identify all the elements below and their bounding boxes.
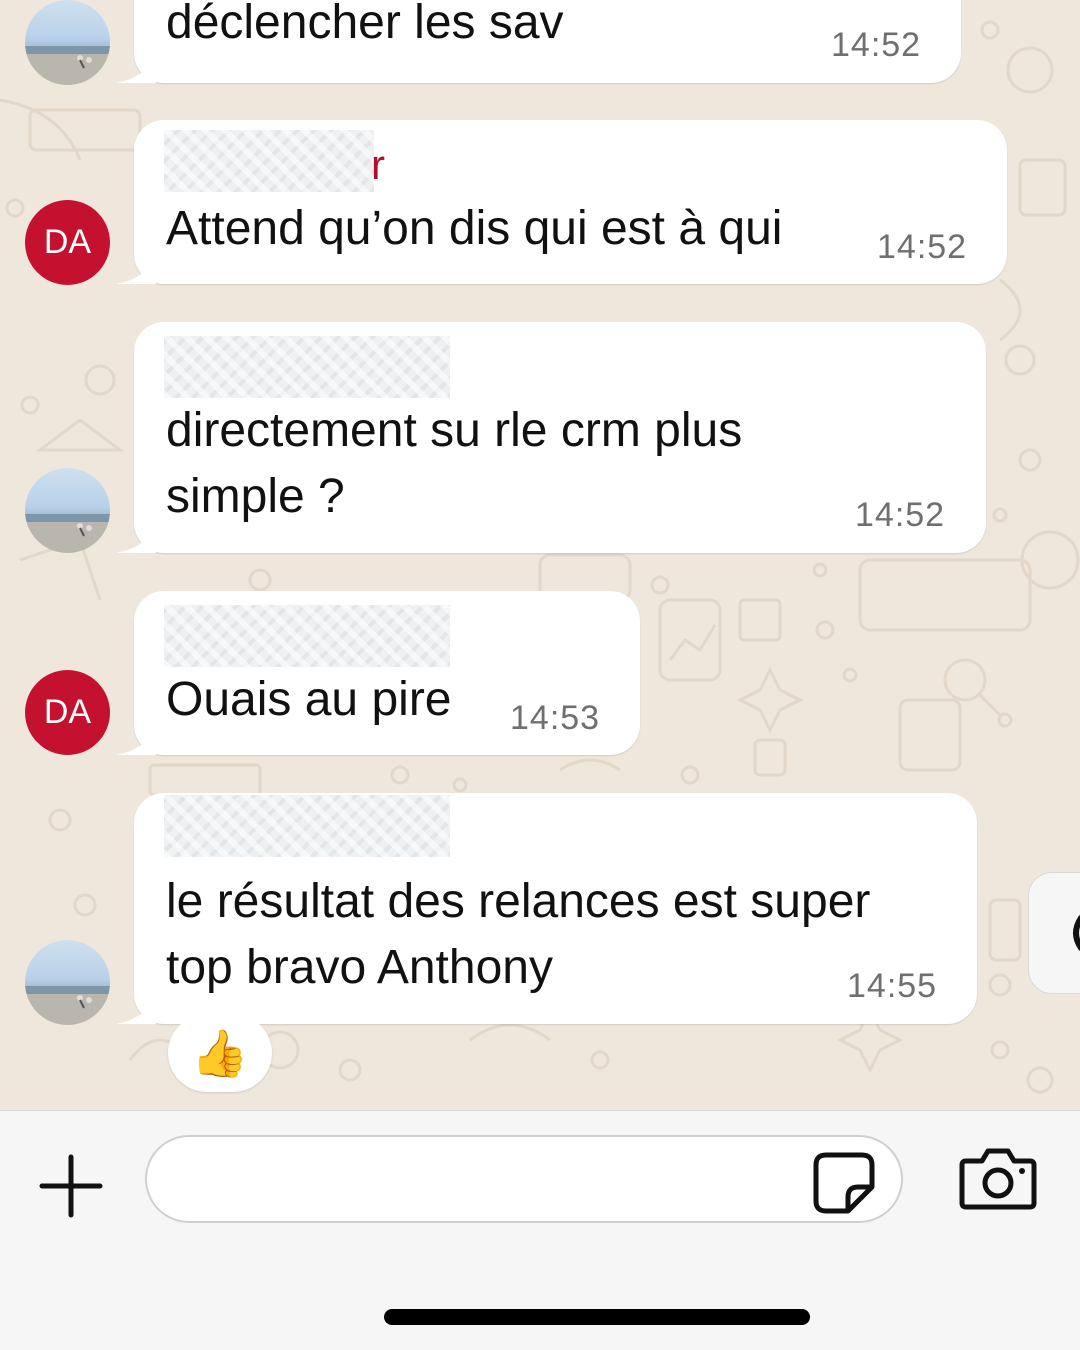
- message-text: directement su rle crm plus simple ?: [166, 404, 743, 523]
- message-input[interactable]: [145, 1135, 903, 1223]
- bubble-tail: [116, 254, 156, 284]
- message-time: 14:52: [877, 228, 968, 266]
- avatar-contact-photo[interactable]: [25, 940, 110, 1025]
- message-bubble[interactable]: le résultat des relances est super top b…: [116, 793, 977, 1024]
- message-bubble[interactable]: déclencher les sav 14:52: [116, 0, 961, 83]
- avatar-contact-photo[interactable]: [25, 468, 110, 553]
- reaction-badge[interactable]: 👍: [168, 1014, 272, 1092]
- chat-area[interactable]: déclencher les sav 14:52 DA r Attend qu’…: [0, 0, 1080, 1110]
- redacted-sender-name: [164, 605, 450, 667]
- message-text: déclencher les sav: [166, 0, 564, 49]
- message-time: 14:53: [510, 699, 601, 737]
- bubble-tail: [116, 53, 156, 83]
- message-bubble[interactable]: r Attend qu’on dis qui est à qui 14:52: [116, 120, 1007, 284]
- chevron-icon: [1073, 915, 1080, 951]
- avatar-da[interactable]: DA: [25, 670, 110, 755]
- bubble-tail: [116, 725, 156, 755]
- sticker-button[interactable]: [812, 1151, 876, 1215]
- seagull-photo-icon: [25, 514, 110, 553]
- thumbs-up-icon: 👍: [191, 1027, 249, 1079]
- message-bubble[interactable]: Ouais au pire 14:53: [116, 591, 640, 755]
- bubble-tail: [116, 523, 156, 553]
- home-indicator[interactable]: [384, 1309, 810, 1325]
- camera-button[interactable]: [958, 1147, 1038, 1211]
- seagull-photo-icon: [25, 986, 110, 1025]
- message-time: 14:52: [831, 26, 922, 64]
- plus-icon: [39, 1154, 103, 1218]
- message-text: le résultat des relances est super top b…: [166, 875, 871, 994]
- message-time: 14:55: [847, 967, 938, 1005]
- avatar-da[interactable]: DA: [25, 200, 110, 285]
- redacted-sender-name: [164, 336, 450, 398]
- scroll-to-bottom-button[interactable]: [1028, 872, 1080, 994]
- camera-icon: [959, 1148, 1037, 1210]
- bubble-tail: [116, 994, 156, 1024]
- avatar-contact-photo[interactable]: [25, 0, 110, 85]
- message-text: Attend qu’on dis qui est à qui: [166, 202, 783, 255]
- redacted-sender-name: [164, 130, 374, 192]
- sticker-icon: [813, 1152, 875, 1214]
- redacted-sender-name: [164, 795, 450, 857]
- sender-name: r: [371, 141, 385, 188]
- seagull-photo-icon: [25, 46, 110, 85]
- message-time: 14:52: [855, 496, 946, 534]
- message-text: Ouais au pire: [166, 673, 452, 726]
- message-bubble[interactable]: directement su rle crm plus simple ? 14:…: [116, 322, 986, 553]
- attach-button[interactable]: [36, 1151, 106, 1221]
- avatar-initials: DA: [43, 223, 92, 261]
- avatar-initials: DA: [43, 693, 92, 731]
